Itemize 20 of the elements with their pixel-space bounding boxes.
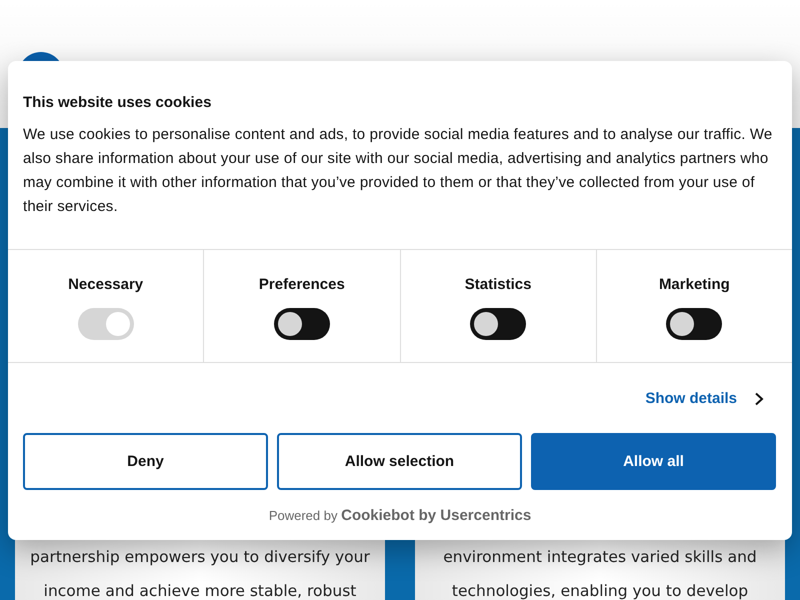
consent-button[interactable]: Deny <box>23 433 268 490</box>
category-label: Preferences <box>258 276 345 293</box>
card-text: partnership empowers you to diversify your <box>29 547 371 568</box>
toggle-switch[interactable] <box>470 308 526 340</box>
chevron-icon <box>754 392 764 406</box>
brand-text: Cookiebot by Usercentrics <box>341 507 532 524</box>
toggle-switch[interactable] <box>666 308 722 340</box>
toggle-switch[interactable] <box>274 308 330 340</box>
category-label: Statistics <box>464 276 532 293</box>
card-text: income and achieve more stable, robust <box>42 581 358 600</box>
powered-by-text: Powered by <box>268 508 338 523</box>
show-details-link[interactable]: Show details <box>645 390 737 407</box>
category-label: Necessary <box>68 276 144 293</box>
dialog-text: We use cookies to personalise content and ads, to provide social media features and to analyse our traffic. We also share information about your use of our site with our social media, advertising and analytics partners who may combine it with other information that you’ve provided to them or that they’ve collected from your use of their services. <box>23 125 774 217</box>
allow-all-button[interactable]: Allow all <box>531 433 776 490</box>
dialog-title: This website uses cookies <box>23 94 212 111</box>
card-text: technologies, enabling you to develop <box>450 581 750 600</box>
category-label: Marketing <box>658 276 730 293</box>
card-text: environment integrates varied skills and <box>442 547 758 568</box>
consent-button[interactable]: Allow selection <box>277 433 522 490</box>
